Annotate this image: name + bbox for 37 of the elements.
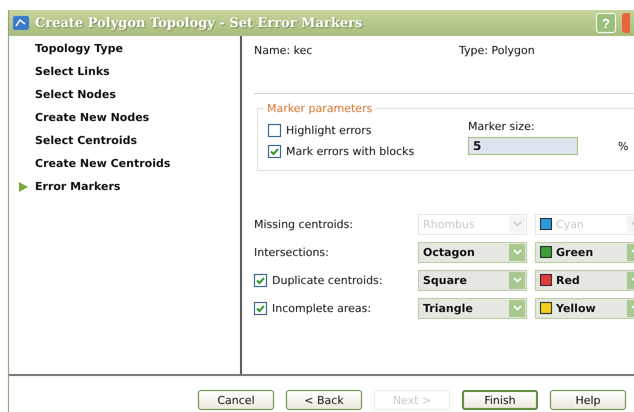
shape-dropdown[interactable]: Triangle [418,298,527,318]
checkbox-label: Highlight errors [286,124,372,137]
checkbox[interactable] [268,145,281,158]
shape-dropdown[interactable]: Square [418,270,527,290]
shape-dropdown[interactable]: Octagon [418,242,527,262]
sidebar-item[interactable]: Error Markers [19,180,240,193]
color-dropdown[interactable]: Red [535,270,634,290]
dialog-button[interactable]: Cancel [198,390,274,410]
error-type-label: Incomplete areas: [272,302,372,314]
marker-size-field[interactable]: 5 [468,137,578,155]
name-label: Name: kec [254,44,314,57]
dialog-button[interactable]: Help [550,390,626,410]
app-icon [13,16,29,30]
sidebar-item[interactable]: Select Links [19,65,240,78]
checkbox[interactable] [254,302,267,314]
checkbox[interactable] [254,274,267,286]
color-dropdown[interactable]: Green [535,242,634,262]
marker-size-label: Marker size: [468,120,536,133]
dialog-button[interactable]: < Back [286,390,362,410]
error-type-label: Duplicate centroids: [272,274,382,286]
group-title: Marker parameters [264,102,376,115]
sidebar-item[interactable]: Select Nodes [19,88,240,101]
dialog-button[interactable]: Finish [462,390,538,410]
step-arrow-icon [19,182,28,192]
color-dropdown[interactable]: Yellow [535,298,634,318]
sidebar-item[interactable]: Create New Nodes [19,111,240,124]
checkbox-label: Mark errors with blocks [286,145,414,158]
checkbox[interactable] [268,124,281,137]
window-title: Create Polygon Topology - Set Error Markers [35,16,364,30]
close-button[interactable] [622,13,630,33]
sidebar-item[interactable]: Create New Centroids [19,157,240,170]
sidebar-item[interactable]: Select Centroids [19,134,240,147]
sidebar-item[interactable]: Topology Type [19,42,240,55]
unit-label: % [618,140,628,152]
error-type-label: Intersections: [254,246,329,258]
error-type-label: Missing centroids: [254,218,354,230]
type-label: Type: Polygon [459,44,535,57]
